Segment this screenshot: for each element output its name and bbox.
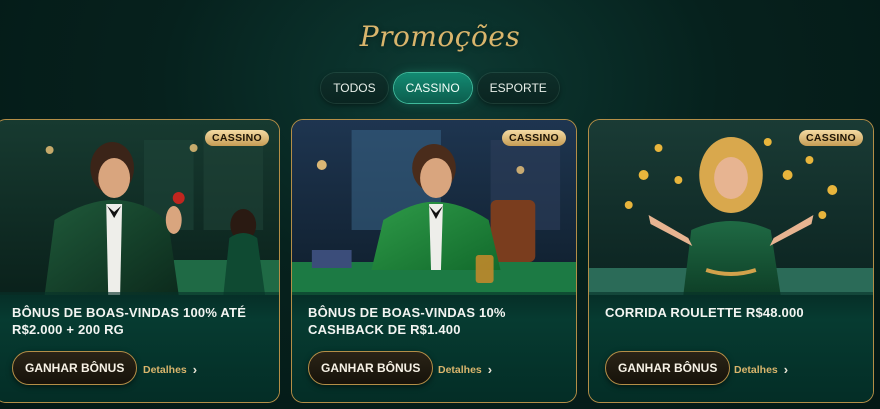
promo-image-woman-with-coins <box>589 120 873 295</box>
promo-card-roulette-race[interactable]: CASSINO CORRIDA ROULETTE R$48.000 GANHAR… <box>588 119 874 403</box>
details-link[interactable]: Detalhes › <box>143 362 197 377</box>
chevron-right-icon: › <box>783 362 789 377</box>
details-link[interactable]: Detalhes › <box>734 362 788 377</box>
promo-title: BÔNUS DE BOAS-VINDAS 10% CASHBACK DE R$1… <box>308 305 506 337</box>
claim-bonus-button[interactable]: GANHAR BÔNUS <box>605 351 731 385</box>
claim-bonus-button[interactable]: GANHAR BÔNUS <box>308 351 434 385</box>
category-tabs: TODOS CASSINO ESPORTE <box>0 73 880 103</box>
details-label: Detalhes <box>143 363 187 376</box>
chevron-right-icon: › <box>487 362 493 377</box>
promo-title: BÔNUS DE BOAS-VINDAS 100% ATÉ R$2.000 + … <box>12 305 247 337</box>
category-badge: CASSINO <box>502 130 566 146</box>
tab-todos[interactable]: TODOS <box>321 73 388 103</box>
promo-image-man-with-chip <box>0 120 279 295</box>
details-link[interactable]: Detalhes › <box>438 362 492 377</box>
category-badge: CASSINO <box>799 130 863 146</box>
promo-image-man-at-table <box>292 120 576 295</box>
tab-cassino[interactable]: CASSINO <box>393 73 472 103</box>
page-title: Promoções <box>359 20 521 53</box>
promo-card-welcome-bonus[interactable]: CASSINO BÔNUS DE BOAS-VINDAS 100% ATÉ R$… <box>0 119 280 403</box>
tab-esporte[interactable]: ESPORTE <box>477 73 559 103</box>
claim-bonus-button[interactable]: GANHAR BÔNUS <box>12 351 138 385</box>
category-badge: CASSINO <box>205 130 269 146</box>
promo-title: CORRIDA ROULETTE R$48.000 <box>605 305 804 320</box>
details-label: Detalhes <box>438 363 482 376</box>
chevron-right-icon: › <box>192 362 198 377</box>
promo-card-cashback[interactable]: CASSINO BÔNUS DE BOAS-VINDAS 10% CASHBAC… <box>291 119 577 403</box>
details-label: Detalhes <box>734 363 778 376</box>
